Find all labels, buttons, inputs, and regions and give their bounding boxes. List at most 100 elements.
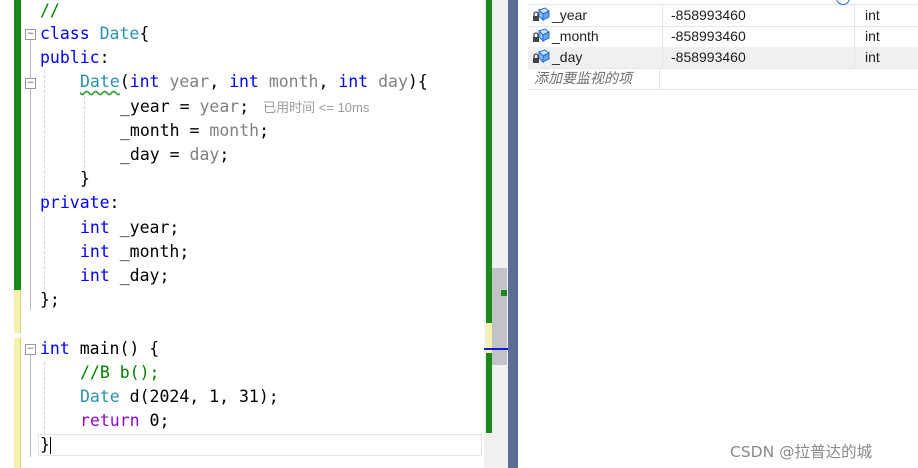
code-line-14: int main() {	[40, 338, 159, 360]
current-line-highlight	[38, 434, 482, 456]
comment: //	[40, 1, 60, 20]
punctuation: }	[80, 169, 90, 188]
code-text: d(2024, 1, 31);	[119, 387, 279, 406]
punctuation: {	[139, 24, 150, 43]
editor-scrollbar[interactable]	[484, 0, 508, 468]
code-line-2: class Date{	[40, 23, 149, 45]
member: _month =	[120, 121, 210, 140]
code-line-13: };	[40, 289, 60, 311]
code-line-5: _year = year; 已用时间 <= 10ms	[120, 96, 369, 118]
unsaved-changes-bar	[14, 338, 21, 468]
keyword: int	[338, 72, 369, 91]
indent-guide	[44, 362, 45, 434]
collapse-constructor-toggle[interactable]: −	[25, 78, 36, 89]
collapse-main-toggle[interactable]: −	[25, 344, 36, 355]
code-line-9: private:	[40, 192, 119, 214]
punctuation: }	[40, 435, 50, 454]
keyword: class	[40, 24, 90, 43]
field-lock-icon	[533, 49, 550, 64]
watch-value[interactable]: -858993460	[662, 47, 746, 68]
keyword: private	[40, 193, 110, 212]
keyword: return	[80, 411, 140, 430]
perf-tip[interactable]: 已用时间 <= 10ms	[263, 100, 369, 115]
unsaved-changes-bar	[14, 290, 21, 333]
watch-name: _year	[552, 7, 588, 23]
param: day	[378, 72, 408, 91]
watch-row[interactable]: _month -858993460 int	[528, 26, 918, 48]
code-line-12: int _day;	[80, 265, 169, 287]
collapse-class-toggle[interactable]: −	[25, 29, 36, 40]
code-line-4: Date(int year, int month, int day){	[80, 71, 428, 93]
indicator-margin	[0, 0, 14, 468]
param: month	[268, 72, 319, 91]
member: _day =	[120, 145, 190, 164]
field-lock-icon	[533, 7, 550, 22]
code-text: _month;	[109, 242, 190, 261]
fold-guide-line	[30, 196, 31, 310]
row-divider	[528, 89, 918, 90]
code-line-16: Date d(2024, 1, 31);	[80, 386, 279, 408]
keyword: int	[40, 339, 70, 358]
code-line-8: }	[80, 168, 90, 190]
watch-type: int	[854, 26, 880, 47]
scrollbar-marker	[501, 290, 507, 296]
type-name: Date	[80, 387, 120, 406]
keyword: int	[229, 72, 259, 91]
punctuation: ;	[239, 97, 250, 116]
watch-row[interactable]: _day -858993460 int	[528, 47, 918, 69]
code-line-15: //B b();	[80, 362, 159, 384]
code-line-1: //	[40, 0, 60, 22]
code-line-18: }	[40, 434, 51, 456]
code-text: _day;	[109, 266, 170, 285]
punctuation: (	[119, 72, 130, 91]
watch-panel: _year -858993460 int _month -858993460 i…	[518, 0, 918, 468]
punctuation: :	[99, 48, 110, 67]
code-line-17: return 0;	[80, 410, 169, 432]
code-text: _year;	[109, 218, 180, 237]
param: year	[169, 72, 210, 91]
param: month	[209, 121, 260, 140]
member: _year =	[120, 97, 200, 116]
code-text: main() {	[69, 339, 160, 358]
saved-changes-bar	[14, 0, 21, 290]
watch-name: _month	[552, 28, 599, 44]
keyword: int	[80, 242, 110, 261]
watch-row[interactable]: _year -858993460 int	[528, 5, 918, 27]
code-line-7: _day = day;	[120, 144, 229, 166]
type-name: Date	[99, 24, 140, 43]
keyword: int	[80, 218, 110, 237]
param: year	[199, 97, 240, 116]
fold-guide-line	[30, 40, 31, 196]
watch-value[interactable]: -858993460	[662, 26, 746, 47]
watermark: CSDN @拉普达的城	[730, 443, 873, 461]
keyword: int	[80, 266, 110, 285]
punctuation: ){	[407, 72, 428, 91]
watch-type: int	[854, 47, 880, 68]
keyword: int	[129, 72, 160, 91]
fold-guide-line	[30, 355, 31, 457]
panel-splitter[interactable]	[508, 0, 518, 468]
watch-value[interactable]: -858993460	[662, 5, 746, 26]
indent-guide	[44, 70, 45, 294]
code-editor[interactable]: − − − // class Date{ public: Date(int ye…	[0, 0, 484, 468]
punctuation: ;	[259, 121, 270, 140]
add-watch-input[interactable]: 添加要监视的项	[528, 68, 660, 89]
keyword: public	[40, 48, 100, 67]
code-line-11: int _month;	[80, 241, 189, 263]
constructor-name: Date	[80, 72, 120, 91]
scrollbar-thumb[interactable]	[492, 268, 507, 365]
field-lock-icon	[533, 28, 550, 43]
code-line-3: public:	[40, 47, 110, 69]
comment: //B b();	[80, 363, 160, 382]
watch-name: _day	[552, 49, 583, 65]
scrollbar-caret-position	[484, 348, 508, 350]
punctuation: };	[40, 290, 60, 309]
text-caret	[49, 437, 51, 454]
punctuation: ;	[219, 145, 230, 164]
punctuation: ,	[209, 72, 230, 91]
code-line-10: int _year;	[80, 217, 179, 239]
punctuation: ,	[318, 72, 339, 91]
param: day	[189, 145, 220, 164]
code-line-6: _month = month;	[120, 120, 269, 142]
punctuation: :	[109, 193, 120, 212]
